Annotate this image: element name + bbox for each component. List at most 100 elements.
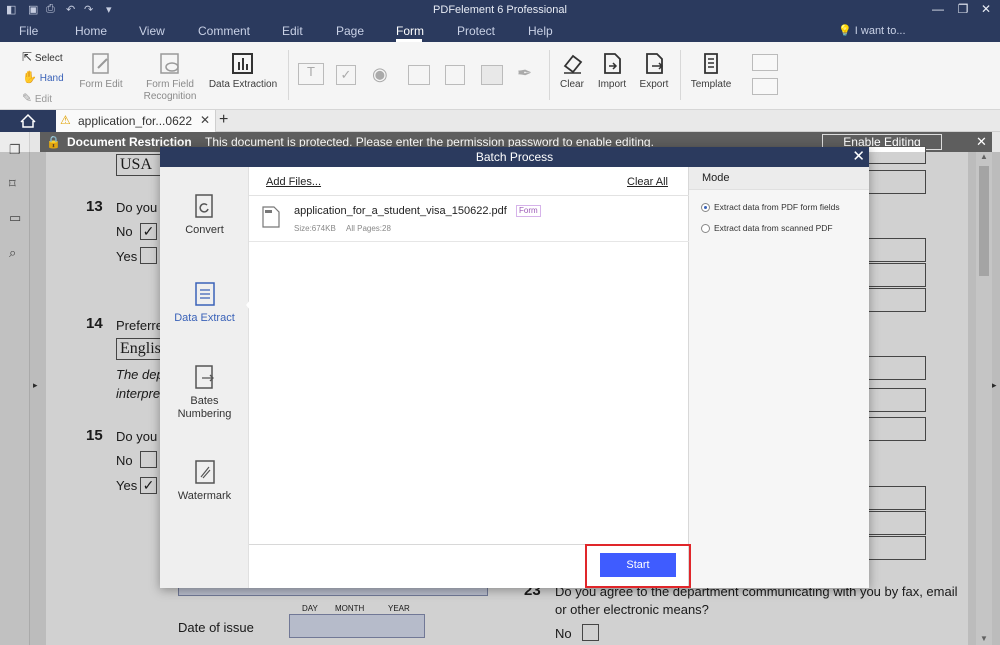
home-tab[interactable] bbox=[0, 110, 56, 132]
document-tab-name: application_for...0622 bbox=[78, 114, 193, 128]
side-item-bates-numbering[interactable]: Bates Numbering bbox=[160, 364, 249, 421]
template-slot-icon[interactable] bbox=[752, 54, 778, 71]
mode-title: Mode bbox=[702, 172, 730, 184]
hand-mode[interactable]: ✋ Hand bbox=[22, 70, 64, 84]
side-item-watermark[interactable]: Watermark bbox=[160, 459, 249, 503]
clear-button[interactable]: Clear bbox=[556, 52, 588, 91]
mode-option-form-fields[interactable]: Extract data from PDF form fields bbox=[714, 202, 840, 212]
toolbar-separator bbox=[549, 50, 550, 100]
lock-warning-icon: 🔒 bbox=[46, 135, 61, 149]
form-badge: Form bbox=[516, 205, 541, 217]
data-extraction-button[interactable]: Data Extraction bbox=[206, 52, 280, 91]
data-extraction-icon bbox=[232, 53, 253, 74]
export-button[interactable]: Export bbox=[636, 52, 672, 91]
menu-page[interactable]: Page bbox=[336, 24, 364, 38]
template-label: Template bbox=[690, 79, 732, 90]
menu-bar: File Home View Comment Edit Page Form Pr… bbox=[0, 20, 1000, 42]
template-slot-icon[interactable] bbox=[752, 78, 778, 95]
convert-icon bbox=[194, 194, 213, 218]
mode-header: Mode bbox=[689, 167, 869, 190]
document-tab-row: ⚠ application_for...0622 ✕ + bbox=[0, 110, 1000, 132]
dialog-title: Batch Process bbox=[475, 150, 554, 164]
convert-label: Convert bbox=[185, 224, 224, 236]
export-label: Export bbox=[639, 79, 669, 90]
radio-scanned-pdf[interactable] bbox=[701, 224, 710, 233]
file-list-panel: Add Files... Clear All application_for_a… bbox=[249, 167, 689, 588]
file-row[interactable]: application_for_a_student_visa_150622.pd… bbox=[249, 196, 689, 242]
menu-form[interactable]: Form bbox=[396, 24, 424, 38]
lightbulb-icon: 💡 bbox=[838, 25, 852, 37]
menu-home[interactable]: Home bbox=[75, 24, 107, 38]
batch-side-menu: Convert Data Extract Bates Numbering Wat… bbox=[160, 167, 250, 588]
form-edit-button[interactable]: Form Edit bbox=[76, 52, 126, 91]
form-edit-label: Form Edit bbox=[79, 79, 123, 90]
data-extract-icon bbox=[194, 282, 215, 306]
template-button[interactable]: Template bbox=[688, 52, 734, 91]
file-name: application_for_a_student_visa_150622.pd… bbox=[294, 205, 507, 217]
title-bar: ◧ ▣ ⎙ ↶ ↷ ▾ PDFelement 6 Professional — … bbox=[0, 0, 1000, 20]
select-label: Select bbox=[34, 53, 63, 64]
mode-option-scanned[interactable]: Extract data from scanned PDF bbox=[714, 223, 833, 233]
text-field-icon[interactable]: T bbox=[298, 63, 324, 85]
close-dialog-icon[interactable]: ✕ bbox=[852, 147, 865, 167]
signature-field-icon[interactable]: ✒ bbox=[517, 63, 532, 84]
checkbox-icon[interactable]: ✓ bbox=[336, 65, 356, 85]
template-icon bbox=[704, 53, 718, 74]
bates-icon bbox=[194, 365, 214, 389]
close-tab-icon[interactable]: ✕ bbox=[200, 113, 210, 127]
ribbon-toolbar: ⇱ Select ✋ Hand ✎ Edit Form Edit Form Fi… bbox=[0, 42, 1000, 110]
pdf-file-icon bbox=[262, 206, 280, 228]
import-icon bbox=[604, 53, 621, 74]
edit-mode[interactable]: ✎ Edit bbox=[22, 91, 52, 105]
start-button[interactable]: Start bbox=[600, 553, 676, 577]
menu-help[interactable]: Help bbox=[528, 24, 553, 38]
menu-comment[interactable]: Comment bbox=[198, 24, 250, 38]
list-box-icon[interactable] bbox=[445, 65, 465, 85]
select-mode[interactable]: ⇱ Select bbox=[22, 50, 63, 64]
form-field-label-1: Form Field bbox=[146, 79, 194, 90]
radio-button-icon[interactable]: ◉ bbox=[372, 64, 388, 85]
app-title: PDFelement 6 Professional bbox=[433, 4, 567, 16]
home-icon bbox=[20, 113, 36, 128]
edit-icon: ✎ bbox=[22, 91, 33, 105]
bates-label-1: Bates bbox=[190, 395, 219, 407]
file-pages: All Pages:28 bbox=[346, 224, 391, 233]
add-files-link[interactable]: Add Files... bbox=[266, 176, 321, 188]
mode-panel: Mode Extract data from PDF form fields E… bbox=[689, 167, 869, 588]
add-tab-button[interactable]: + bbox=[219, 111, 228, 129]
document-tab[interactable]: ⚠ application_for...0622 ✕ bbox=[56, 110, 216, 132]
file-size: Size:674KB bbox=[294, 224, 336, 233]
clear-all-link[interactable]: Clear All bbox=[627, 176, 668, 188]
side-item-data-extract[interactable]: Data Extract bbox=[160, 281, 249, 325]
toolbar-separator bbox=[680, 50, 681, 100]
form-field-recognition-button[interactable]: Form Field Recognition bbox=[138, 52, 202, 103]
menu-view[interactable]: View bbox=[139, 24, 165, 38]
hand-label: Hand bbox=[39, 73, 64, 84]
menu-protect[interactable]: Protect bbox=[457, 24, 495, 38]
form-edit-icon bbox=[92, 53, 109, 74]
close-restriction-icon[interactable]: ✕ bbox=[976, 134, 987, 150]
minimize-icon[interactable]: — bbox=[930, 2, 946, 16]
dialog-title-bar: Batch Process bbox=[160, 147, 869, 167]
cursor-icon: ⇱ bbox=[22, 50, 33, 64]
import-label: Import bbox=[597, 79, 627, 90]
menu-file[interactable]: File bbox=[19, 24, 38, 38]
hand-icon: ✋ bbox=[22, 70, 37, 84]
close-window-icon[interactable]: ✕ bbox=[978, 2, 994, 16]
toolbar-separator bbox=[288, 50, 289, 100]
button-field-icon[interactable] bbox=[481, 65, 503, 85]
i-want-to-label: I want to... bbox=[854, 25, 906, 37]
side-item-convert[interactable]: Convert bbox=[160, 193, 249, 237]
eraser-icon bbox=[563, 54, 583, 74]
clear-label: Clear bbox=[560, 79, 584, 90]
data-extract-label: Data Extract bbox=[174, 312, 235, 324]
radio-pdf-form-fields[interactable] bbox=[701, 203, 710, 212]
form-field-label-2: Recognition bbox=[143, 91, 197, 102]
combo-box-icon[interactable] bbox=[408, 65, 430, 85]
import-button[interactable]: Import bbox=[594, 52, 630, 91]
warning-icon: ⚠ bbox=[60, 113, 71, 127]
i-want-to-search[interactable]: 💡 I want to... bbox=[838, 24, 906, 37]
batch-process-dialog: Batch Process ✕ Convert Data Extract Bat… bbox=[160, 147, 869, 588]
restore-icon[interactable]: ❐ bbox=[955, 2, 971, 16]
menu-edit[interactable]: Edit bbox=[282, 24, 303, 38]
